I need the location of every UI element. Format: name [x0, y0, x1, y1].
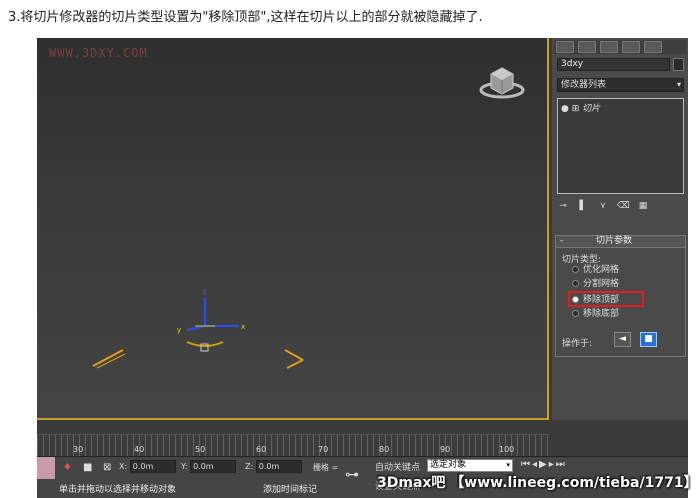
radio-label: 分割网格 — [583, 279, 620, 289]
operate-on-polygons-button[interactable]: ■ — [640, 332, 657, 347]
play-icon[interactable]: ▶ — [539, 459, 549, 470]
absolute-mode-icon[interactable]: ⊠ — [103, 462, 111, 473]
timeline-tick: 70 — [318, 445, 329, 454]
goto-start-icon[interactable]: ⏮ — [521, 459, 532, 470]
lock-icon[interactable]: ■ — [83, 462, 92, 473]
radio-label: 优化网格 — [583, 265, 620, 275]
configure-sets-icon[interactable]: ▦ — [637, 200, 649, 212]
timeline-tick: 80 — [379, 445, 390, 454]
slice-plane-gizmo — [92, 349, 304, 369]
pin-icon[interactable]: ♦ — [63, 462, 72, 473]
modifier-list-dropdown[interactable]: 修改器列表 ▾ — [557, 78, 684, 92]
axis-y-label: y — [177, 326, 181, 334]
site-watermark: 3Dmax吧 【www.lineeg.com/tieba/1771】 — [377, 475, 696, 491]
timeline-tick: 60 — [256, 445, 267, 454]
modifier-stack[interactable]: ● ⊞ 切片 — [557, 98, 684, 194]
x-label: X: — [119, 462, 128, 471]
key-filter-value: 选定对象 — [430, 460, 467, 470]
tab-display-icon[interactable] — [644, 41, 662, 53]
viewcube-icon[interactable] — [479, 60, 525, 100]
chevron-down-icon: ▾ — [676, 80, 681, 89]
tab-hierarchy-icon[interactable] — [600, 41, 618, 53]
tab-modify-icon[interactable] — [578, 41, 596, 53]
timeline-tick: 40 — [134, 445, 145, 454]
z-label: Z: — [245, 462, 254, 471]
playback-controls: ⏮◂▶▸⏭ — [521, 459, 567, 470]
x-coordinate: X: 0.0m — [119, 460, 176, 474]
radio-dot-icon — [572, 280, 579, 287]
rollout-title: 切片参数 — [596, 236, 633, 246]
axis-z-label: z — [203, 288, 207, 296]
add-time-tag-button[interactable]: 添加时间标记 — [263, 482, 317, 495]
lightbulb-icon[interactable]: ● — [561, 104, 569, 114]
command-panel-tabs[interactable] — [554, 40, 686, 54]
chevron-down-icon: ▾ — [506, 461, 510, 469]
perspective-viewport[interactable]: WWW.3DXY.COM z x y — [37, 38, 549, 420]
show-end-result-icon[interactable]: ▌ — [577, 200, 589, 212]
y-label: Y: — [181, 462, 188, 471]
radio-dot-icon — [572, 266, 579, 273]
next-frame-icon[interactable]: ▸ — [549, 459, 556, 470]
object-name-field[interactable]: 3dxy — [557, 58, 670, 71]
remove-modifier-icon[interactable]: ⌫ — [617, 200, 630, 212]
command-panel: 3dxy 修改器列表 ▾ ● ⊞ 切片 ⊸ ▌ ⋎ ⌫ ▦ - 切片参数 切片类型: 优… — [552, 38, 688, 420]
object-color-swatch[interactable] — [673, 58, 684, 71]
rollout-header[interactable]: - 切片参数 — [556, 236, 685, 248]
timeline-tick: 50 — [195, 445, 206, 454]
collapse-minus-icon: - — [560, 236, 564, 246]
tutorial-caption: 3.将切片修改器的切片类型设置为"移除顶部",这样在切片以上的部分就被隐藏掉了. — [8, 10, 483, 25]
max-window: WWW.3DXY.COM z x y 3dxy 修改器列表 ▾ ● ⊞ 切片 ⊸… — [37, 38, 688, 498]
z-field[interactable]: 0.0m — [255, 460, 302, 473]
tab-motion-icon[interactable] — [622, 41, 640, 53]
expand-plus-icon[interactable]: ⊞ — [572, 104, 580, 114]
stack-toolbar: ⊸ ▌ ⋎ ⌫ ▦ — [557, 200, 684, 216]
radio-label: 移除底部 — [583, 309, 620, 319]
z-coordinate: Z: 0.0m — [245, 460, 302, 474]
track-bar[interactable]: 30 40 50 60 70 80 90 100 — [37, 434, 549, 457]
maxscript-listener-swatch[interactable] — [37, 457, 55, 479]
prompt-line: 单击并拖动以选择并移动对象 — [59, 485, 177, 495]
radio-refine-mesh[interactable]: 优化网格 — [572, 265, 619, 276]
slice-type-label: 切片类型: — [562, 255, 602, 265]
annotation-highlight-box — [568, 291, 644, 307]
stack-item-label: 切片 — [582, 104, 601, 114]
radio-split-mesh[interactable]: 分割网格 — [572, 279, 619, 290]
modifier-list-label: 修改器列表 — [561, 80, 607, 90]
y-field[interactable]: 0.0m — [190, 460, 237, 473]
y-coordinate: Y: 0.0m — [181, 460, 237, 474]
key-icon[interactable]: ⊶ — [345, 467, 359, 483]
grid-size-label: 栅格 = — [313, 463, 339, 472]
radio-remove-bottom[interactable]: 移除底部 — [572, 309, 619, 320]
operate-on-faces-button[interactable]: ◄ — [614, 332, 631, 347]
x-field[interactable]: 0.0m — [129, 460, 176, 473]
operate-on-label: 操作于: — [562, 339, 593, 349]
timeline-tick: 30 — [73, 445, 84, 454]
radio-dot-icon — [572, 310, 579, 317]
tab-create-icon[interactable] — [556, 41, 574, 53]
timeline-ruler — [37, 435, 549, 457]
slice-parameters-rollout: - 切片参数 切片类型: 优化网格 分割网格 移除顶部 移除底部 操作于: ◄ … — [555, 235, 686, 357]
pin-stack-icon[interactable]: ⊸ — [557, 200, 569, 212]
stack-item-slice[interactable]: ● ⊞ 切片 — [561, 101, 600, 114]
timeline-tick: 90 — [440, 445, 451, 454]
key-filter-select[interactable]: 选定对象 ▾ — [427, 459, 513, 472]
timeline-tick: 100 — [499, 445, 515, 454]
previous-frame-icon[interactable]: ◂ — [532, 459, 539, 470]
goto-end-icon[interactable]: ⏭ — [556, 459, 567, 470]
make-unique-icon[interactable]: ⋎ — [597, 200, 609, 212]
viewport-watermark: WWW.3DXY.COM — [49, 46, 148, 60]
axis-x-label: x — [241, 323, 245, 331]
